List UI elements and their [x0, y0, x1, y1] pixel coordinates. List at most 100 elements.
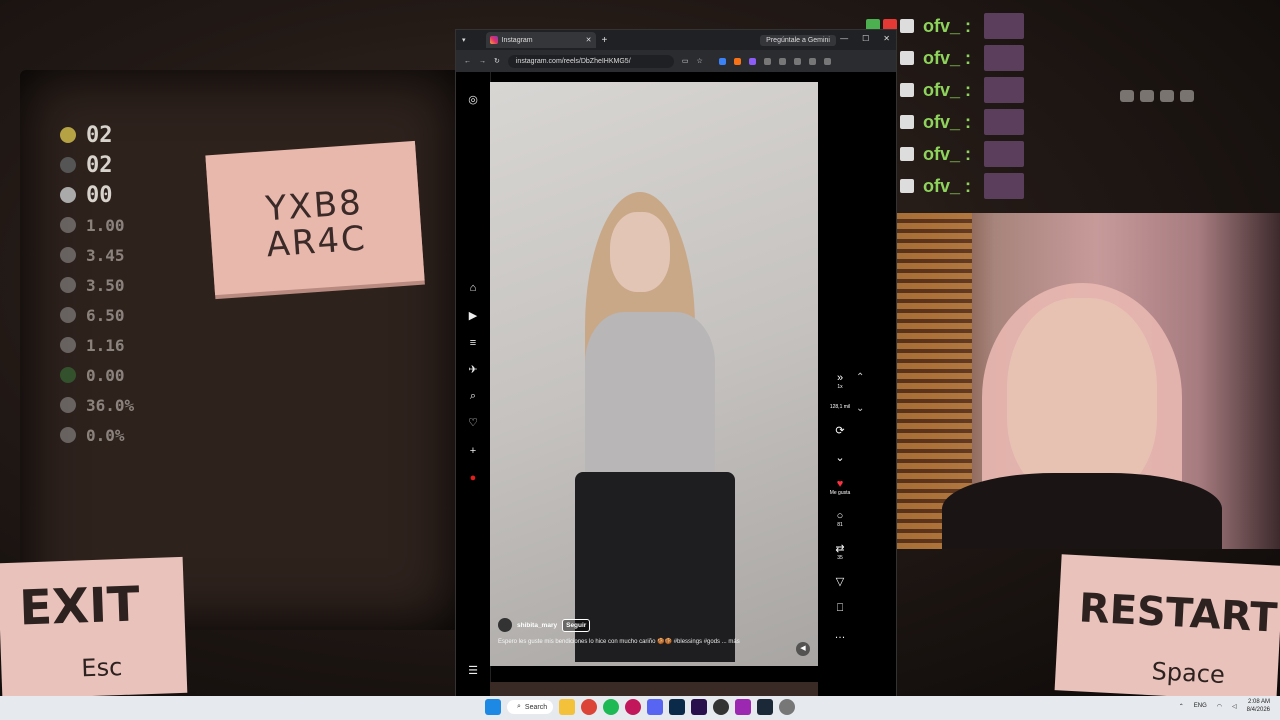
tab-bar: ▾ Instagram ✕ + Pregúntale a Gemini — ☐ … — [456, 30, 896, 50]
windows-taskbar: ⌕ Search ⌃ ENG ◠ ◁ 2:08 AM 8/4/2026 — [0, 696, 1280, 720]
angel-chance-stat: 0.0% — [60, 420, 134, 450]
create-icon[interactable]: + — [467, 445, 479, 457]
link-icon[interactable] — [808, 57, 816, 65]
instagram-logo-icon[interactable]: ◎ — [467, 94, 479, 106]
chrome-icon[interactable] — [581, 699, 597, 715]
reel-description[interactable]: Espero les guste mis bendiciones lo hice… — [498, 638, 798, 645]
restart-sign[interactable]: RESTART! Space — [1054, 554, 1280, 702]
bomb-icon — [60, 157, 76, 173]
reels-icon[interactable]: ▶ — [467, 310, 479, 322]
seed-paper: YXB8 AR4C — [205, 140, 425, 296]
spotify-icon[interactable] — [603, 699, 619, 715]
reel-video[interactable]: shibita_mary Seguir Espero les guste mis… — [490, 82, 818, 666]
new-tab-button[interactable]: + — [602, 35, 608, 46]
minimize-icon[interactable]: — — [840, 34, 848, 43]
more-options-button[interactable]: … — [826, 629, 854, 641]
emote-icon — [984, 45, 1025, 71]
next-reel-preview[interactable] — [490, 682, 818, 696]
steam-icon[interactable] — [757, 699, 773, 715]
share-button[interactable]: ▽ — [826, 575, 854, 588]
tray-chevron-icon[interactable]: ⌃ — [1179, 703, 1184, 710]
speed-control[interactable]: » 1x — [826, 372, 854, 390]
player-stats: 02 02 00 1.00 3.45 3.50 6.50 1.16 0.00 3… — [60, 120, 134, 450]
webcam-feed — [872, 213, 1280, 549]
taskbar-search[interactable]: ⌕ Search — [507, 700, 553, 714]
next-reel-icon[interactable]: ⌄ — [856, 403, 864, 414]
puzzle-icon[interactable] — [763, 57, 771, 65]
mute-icon[interactable]: ◀ — [796, 642, 810, 656]
back-icon[interactable]: ← — [464, 58, 471, 65]
menu-icon[interactable] — [823, 57, 831, 65]
extension-icon[interactable] — [748, 57, 756, 65]
coin-icon — [60, 127, 76, 143]
browser-window: ▾ Instagram ✕ + Pregúntale a Gemini — ☐ … — [456, 30, 896, 696]
range-icon — [60, 307, 76, 323]
bookmark-star-icon[interactable]: ☆ — [697, 57, 703, 65]
tab-instagram[interactable]: Instagram ✕ — [485, 32, 596, 48]
bombs-stat: 02 — [60, 150, 134, 180]
cast-icon[interactable]: ▭ — [682, 57, 689, 65]
bookmark-icon: ⎕ — [836, 602, 844, 614]
profile-avatar[interactable]: ● — [467, 472, 479, 484]
clock[interactable]: 2:08 AM 8/4/2026 — [1247, 698, 1270, 714]
premiere-icon[interactable] — [691, 699, 707, 715]
exit-label: EXIT — [18, 576, 141, 637]
chevron-down-icon: ⌄ — [835, 452, 845, 464]
system-tray: ⌃ ENG ◠ ◁ 2:08 AM 8/4/2026 — [1179, 698, 1270, 714]
obs-icon[interactable] — [713, 699, 729, 715]
video-subject-sweater — [585, 312, 715, 482]
discord-icon[interactable] — [647, 699, 663, 715]
comment-button[interactable]: ○ 81 — [826, 510, 854, 528]
reel-actions: » 1x 128,1 mil ⟳ ⌄ ♥ Me gusta ○ 81 ⇄ 35 ▽ ⎕ … — [826, 372, 854, 655]
ellipsis-icon: … — [834, 629, 846, 641]
clover-icon — [60, 367, 76, 383]
skull-icon — [900, 19, 914, 33]
previous-reel-icon[interactable]: ⌃ — [856, 372, 864, 383]
gemini-button[interactable]: Pregúntale a Gemini — [760, 34, 836, 46]
extension-icon[interactable] — [733, 57, 741, 65]
reload-icon[interactable]: ↻ — [494, 57, 500, 65]
tab-search-icon[interactable]: ▾ — [462, 36, 466, 44]
photoshop-icon[interactable] — [669, 699, 685, 715]
app-icon[interactable] — [735, 699, 751, 715]
devil-chance-stat: 36.0% — [60, 390, 134, 420]
repost-button[interactable]: ⇄ 35 — [826, 542, 854, 561]
emote-icon — [984, 13, 1025, 39]
language-indicator[interactable]: ENG — [1194, 703, 1207, 709]
tab-close-icon[interactable]: ✕ — [586, 36, 592, 44]
author-avatar[interactable] — [498, 618, 512, 632]
reel-author: shibita_mary Seguir — [498, 618, 798, 632]
repost-icon: ⇄ — [835, 543, 845, 555]
search-icon[interactable]: ⌕ — [467, 390, 479, 402]
wifi-icon[interactable]: ◠ — [1217, 703, 1222, 710]
maximize-icon[interactable]: ☐ — [862, 34, 869, 43]
messages-icon[interactable]: ✈ — [467, 364, 479, 376]
video-subject-face — [610, 212, 670, 292]
feed-icon[interactable]: ≡ — [467, 337, 479, 349]
history-icon[interactable] — [778, 57, 786, 65]
like-button[interactable]: ♥ Me gusta — [826, 478, 854, 496]
shot-speed-icon — [60, 337, 76, 353]
follow-button[interactable]: Seguir — [562, 618, 591, 632]
windows-start-icon[interactable] — [485, 699, 501, 715]
more-menu-icon[interactable]: ☰ — [467, 665, 479, 677]
url-field[interactable]: instagram.com/reels/DbZheIHKMG5/ — [507, 54, 674, 68]
save-button[interactable]: ⎕ — [826, 602, 854, 615]
instagram-page: ◎ ⌂ ▶ ≡ ✈ ⌕ ♡ + ● ☰ shibita_mary Seguir … — [456, 72, 896, 696]
exit-sign[interactable]: EXIT Esc — [0, 556, 188, 700]
home-icon[interactable] — [793, 57, 801, 65]
extension-icon[interactable] — [718, 57, 726, 65]
app-icon[interactable] — [625, 699, 641, 715]
autoscroll-toggle[interactable]: ⟳ — [826, 424, 854, 437]
file-explorer-icon[interactable] — [559, 699, 575, 715]
collapse-toggle[interactable]: ⌄ — [826, 451, 854, 464]
home-icon[interactable]: ⌂ — [467, 282, 479, 294]
author-username[interactable]: shibita_mary — [517, 622, 557, 629]
forward-icon[interactable]: → — [479, 58, 486, 65]
key-icon — [60, 187, 76, 203]
close-window-icon[interactable]: ✕ — [883, 34, 890, 43]
volume-icon[interactable]: ◁ — [1232, 703, 1237, 710]
heart-icon: ♥ — [836, 478, 844, 490]
notifications-icon[interactable]: ♡ — [467, 417, 479, 429]
game-icon[interactable] — [779, 699, 795, 715]
